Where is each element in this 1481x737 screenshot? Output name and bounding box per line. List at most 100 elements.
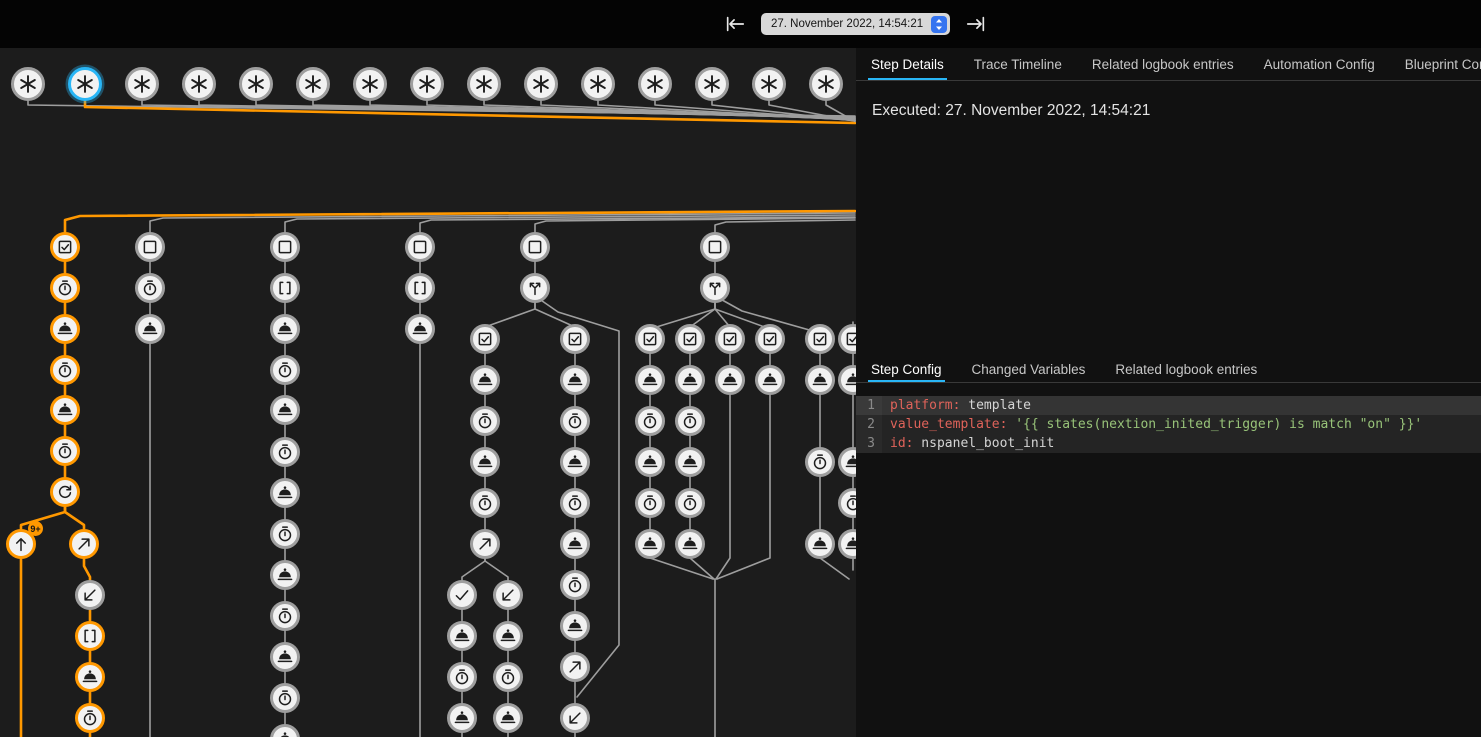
trigger-node[interactable] — [68, 67, 102, 101]
service-call-node[interactable] — [560, 611, 590, 641]
service-call-node[interactable] — [755, 365, 785, 395]
delay-node[interactable] — [493, 662, 523, 692]
condition-pass-node[interactable] — [447, 580, 477, 610]
trigger-node[interactable] — [125, 67, 159, 101]
choose-node[interactable] — [700, 273, 730, 303]
delay-node[interactable] — [270, 355, 300, 385]
delay-node[interactable] — [560, 406, 590, 436]
service-call-node[interactable] — [715, 365, 745, 395]
service-call-node[interactable] — [805, 365, 835, 395]
delay-node[interactable] — [50, 355, 80, 385]
config-tab-step-config[interactable]: Step Config — [856, 356, 957, 382]
condition-node[interactable] — [560, 324, 590, 354]
service-call-node[interactable] — [270, 314, 300, 344]
jump-out-node[interactable] — [560, 652, 590, 682]
delay-node[interactable] — [635, 488, 665, 518]
previous-run-button[interactable] — [722, 11, 748, 37]
service-call-node[interactable] — [675, 365, 705, 395]
trigger-node[interactable] — [11, 67, 45, 101]
trigger-node[interactable] — [296, 67, 330, 101]
service-call-node[interactable] — [470, 447, 500, 477]
delay-node[interactable] — [75, 703, 105, 733]
delay-node[interactable] — [560, 488, 590, 518]
service-call-node[interactable] — [560, 447, 590, 477]
service-call-node[interactable] — [560, 529, 590, 559]
next-run-button[interactable] — [963, 11, 989, 37]
condition-node[interactable] — [470, 324, 500, 354]
run-date-select[interactable]: 27. November 2022, 14:54:21 — [761, 13, 950, 35]
service-call-node[interactable] — [447, 621, 477, 651]
service-call-node[interactable] — [635, 365, 665, 395]
service-call-node[interactable] — [135, 314, 165, 344]
trigger-node[interactable] — [638, 67, 672, 101]
service-call-node[interactable] — [493, 621, 523, 651]
delay-node[interactable] — [470, 406, 500, 436]
delay-node[interactable] — [470, 488, 500, 518]
condition-node[interactable] — [135, 232, 165, 262]
delay-node[interactable] — [270, 437, 300, 467]
tab-step-details[interactable]: Step Details — [856, 48, 959, 80]
jump-in-node[interactable] — [75, 580, 105, 610]
tab-related-logbook-entries[interactable]: Related logbook entries — [1077, 48, 1249, 80]
tab-blueprint-config[interactable]: Blueprint Config — [1390, 48, 1481, 80]
condition-node[interactable] — [838, 324, 856, 354]
trigger-node[interactable] — [752, 67, 786, 101]
trigger-node[interactable] — [809, 67, 843, 101]
service-call-node[interactable] — [493, 703, 523, 733]
delay-node[interactable] — [805, 447, 835, 477]
template-node[interactable] — [405, 273, 435, 303]
condition-node[interactable] — [520, 232, 550, 262]
delay-node[interactable] — [675, 488, 705, 518]
template-node[interactable] — [75, 621, 105, 651]
trigger-node[interactable] — [239, 67, 273, 101]
service-call-node[interactable] — [635, 529, 665, 559]
service-call-node[interactable] — [560, 365, 590, 395]
service-call-node[interactable] — [50, 395, 80, 425]
repeat-node[interactable] — [50, 477, 80, 507]
condition-node[interactable] — [700, 232, 730, 262]
delay-node[interactable] — [270, 601, 300, 631]
condition-node[interactable] — [50, 232, 80, 262]
template-node[interactable] — [270, 273, 300, 303]
trigger-node[interactable] — [695, 67, 729, 101]
condition-node[interactable] — [675, 324, 705, 354]
trigger-node[interactable] — [581, 67, 615, 101]
service-call-node[interactable] — [675, 447, 705, 477]
jump-out-node[interactable] — [470, 529, 500, 559]
condition-node[interactable] — [270, 232, 300, 262]
service-call-node[interactable] — [838, 447, 856, 477]
jump-up-node[interactable]: 9+ — [6, 529, 36, 559]
choose-node[interactable] — [520, 273, 550, 303]
service-call-node[interactable] — [270, 478, 300, 508]
condition-node[interactable] — [715, 324, 745, 354]
delay-node[interactable] — [447, 662, 477, 692]
trigger-node[interactable] — [410, 67, 444, 101]
delay-node[interactable] — [635, 406, 665, 436]
service-call-node[interactable] — [270, 642, 300, 672]
service-call-node[interactable] — [805, 529, 835, 559]
delay-node[interactable] — [675, 406, 705, 436]
service-call-node[interactable] — [270, 395, 300, 425]
condition-node[interactable] — [405, 232, 435, 262]
trigger-node[interactable] — [182, 67, 216, 101]
delay-node[interactable] — [560, 570, 590, 600]
service-call-node[interactable] — [675, 529, 705, 559]
condition-node[interactable] — [755, 324, 785, 354]
config-tab-related-logbook-entries[interactable]: Related logbook entries — [1100, 356, 1272, 382]
trigger-node[interactable] — [467, 67, 501, 101]
tab-trace-timeline[interactable]: Trace Timeline — [959, 48, 1077, 80]
service-call-node[interactable] — [270, 560, 300, 590]
service-call-node[interactable] — [447, 703, 477, 733]
jump-in-node[interactable] — [560, 703, 590, 733]
delay-node[interactable] — [838, 488, 856, 518]
service-call-node[interactable] — [50, 314, 80, 344]
service-call-node[interactable] — [470, 365, 500, 395]
service-call-node[interactable] — [75, 662, 105, 692]
config-tab-changed-variables[interactable]: Changed Variables — [957, 356, 1101, 382]
tab-automation-config[interactable]: Automation Config — [1249, 48, 1390, 80]
service-call-node[interactable] — [635, 447, 665, 477]
delay-node[interactable] — [270, 519, 300, 549]
condition-node[interactable] — [805, 324, 835, 354]
condition-node[interactable] — [635, 324, 665, 354]
service-call-node[interactable] — [270, 724, 300, 737]
